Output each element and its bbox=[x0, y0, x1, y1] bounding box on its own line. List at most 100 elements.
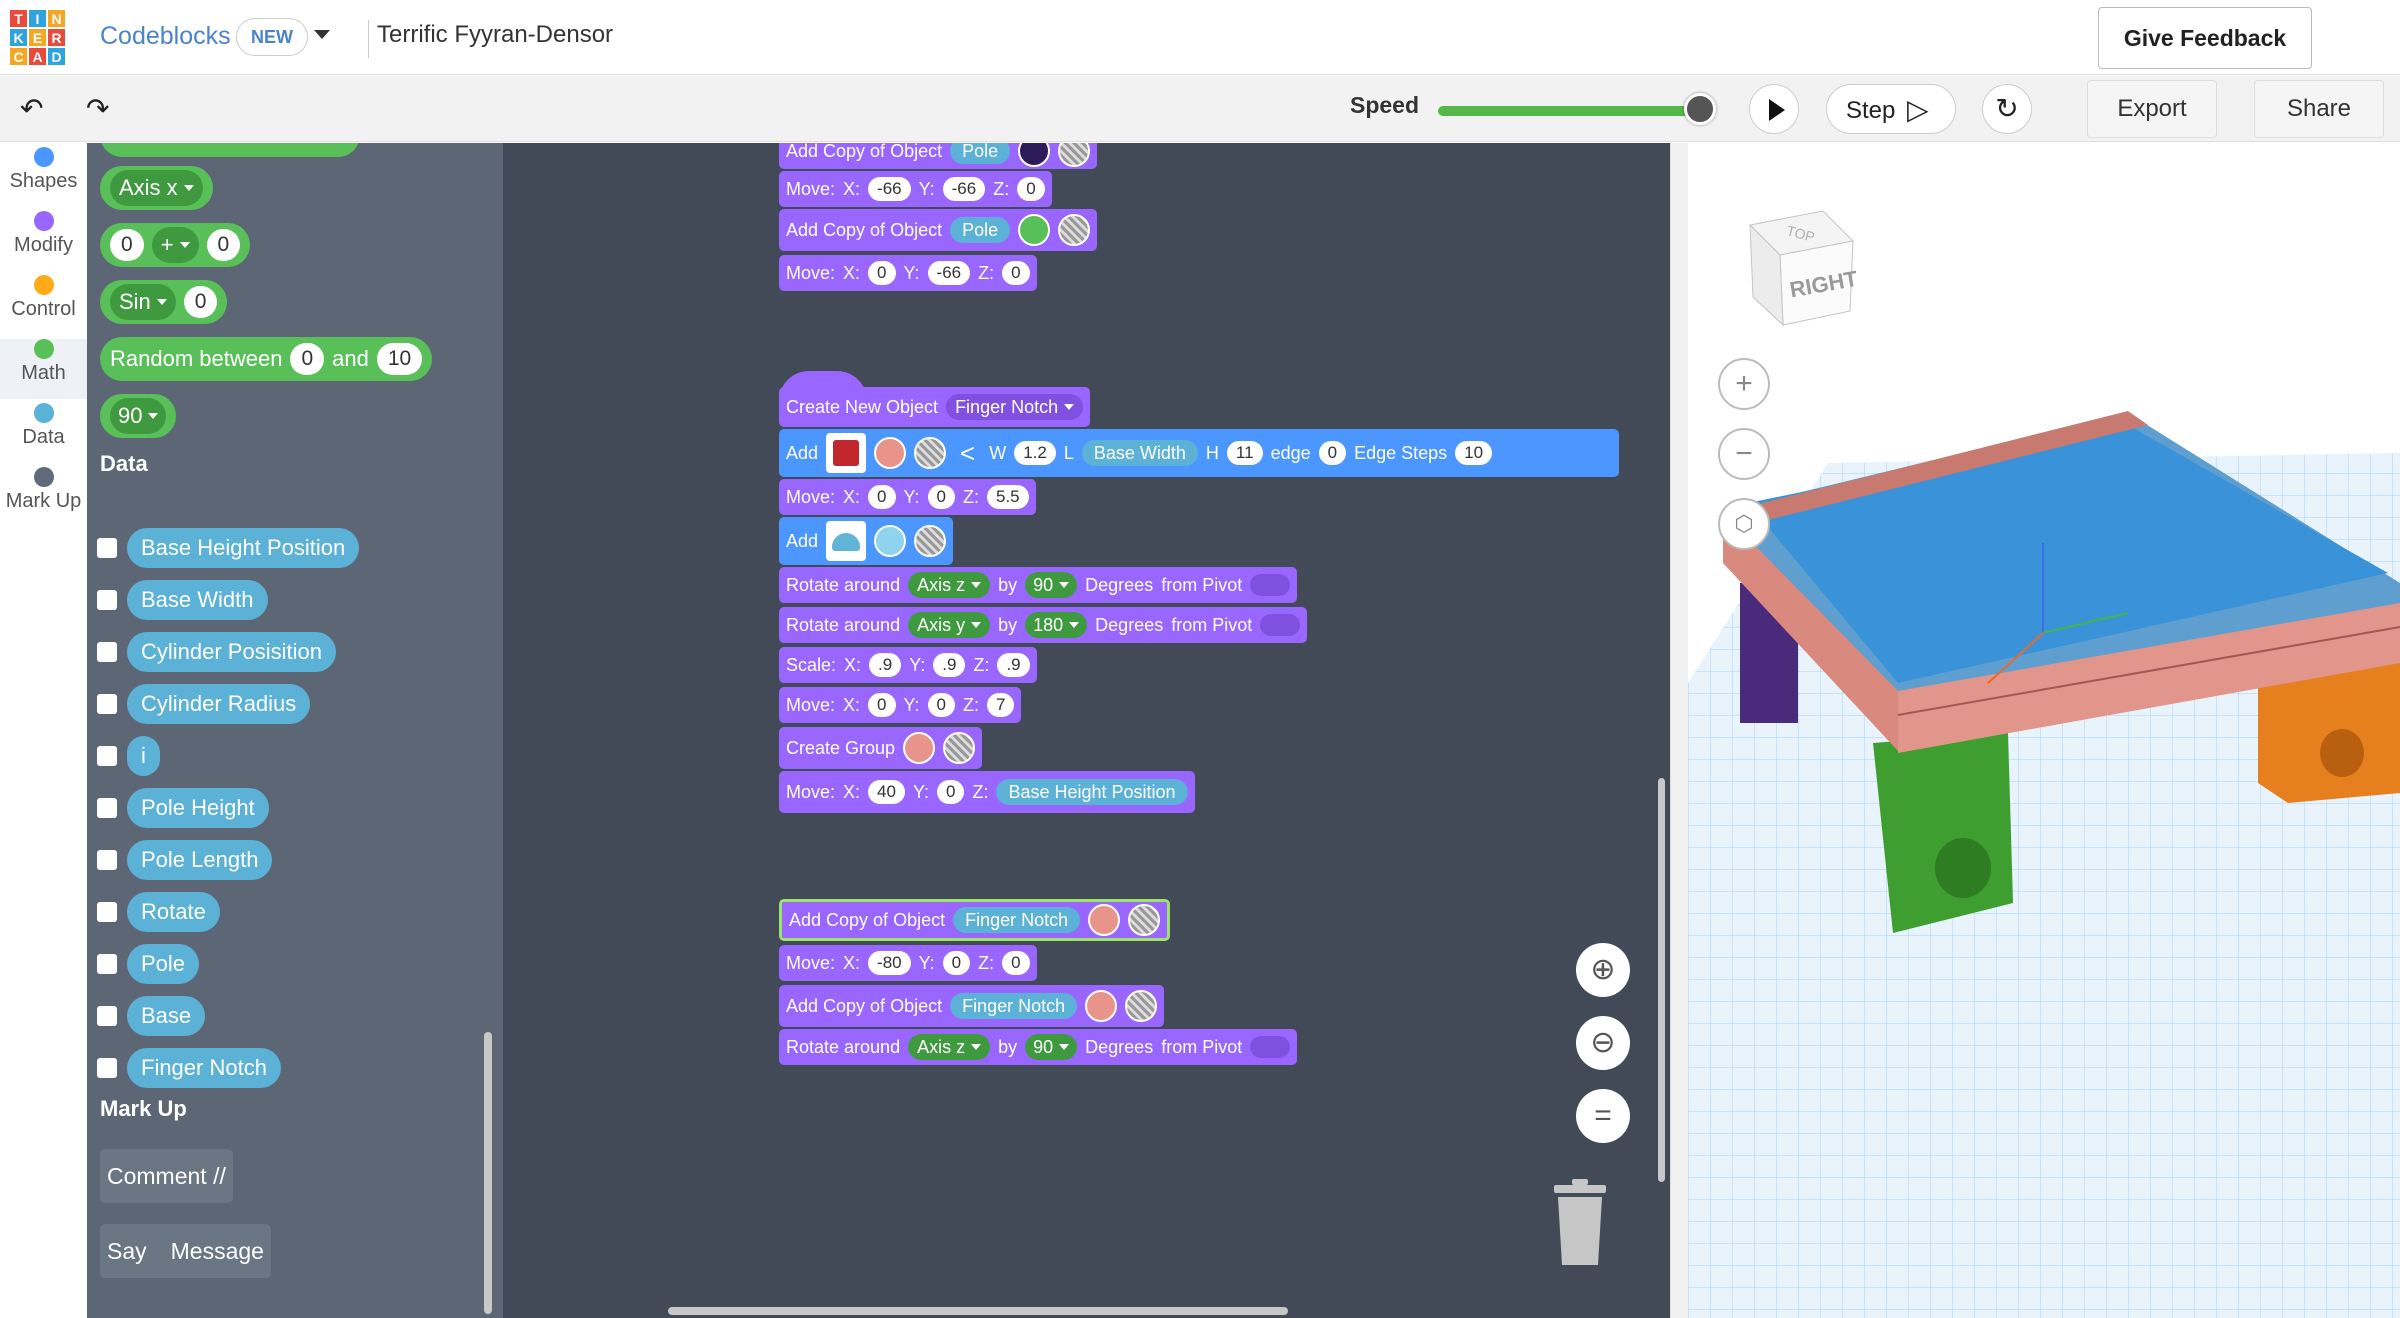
undo-icon[interactable]: ↶ bbox=[20, 92, 43, 125]
x-value[interactable]: 40 bbox=[868, 780, 905, 804]
l-variable[interactable]: Base Width bbox=[1081, 440, 1198, 466]
z-variable[interactable]: Base Height Position bbox=[996, 779, 1188, 805]
object-name-dropdown[interactable]: Finger Notch bbox=[946, 394, 1084, 420]
axis-dropdown[interactable]: Axis z bbox=[908, 1034, 991, 1060]
operand-b[interactable]: 0 bbox=[206, 229, 241, 261]
object-pill[interactable]: Pole bbox=[950, 143, 1011, 164]
variable-pill[interactable]: Cylinder Radius bbox=[127, 684, 311, 724]
variable-pill[interactable]: Pole bbox=[127, 944, 200, 984]
y-value[interactable]: -66 bbox=[942, 177, 986, 201]
design-title[interactable]: Terrific Fyyran-Densor bbox=[377, 21, 613, 49]
code-workspace[interactable]: Add Copy of Object Pole Move: X: -66 Y: -66 Z:… bbox=[503, 143, 1671, 1318]
category-control[interactable]: Control bbox=[0, 275, 87, 321]
variable-checkbox[interactable] bbox=[97, 798, 117, 818]
edge-value[interactable]: 0 bbox=[1318, 441, 1347, 465]
hole-swatch[interactable] bbox=[1125, 990, 1158, 1022]
z-value[interactable]: 5.5 bbox=[987, 485, 1029, 509]
export-button[interactable]: Export bbox=[2087, 80, 2217, 138]
panel-resize-handle[interactable] bbox=[1670, 143, 1688, 1318]
create-new-object-block[interactable]: Create New Object Finger Notch bbox=[779, 387, 1091, 427]
w-value[interactable]: 1.2 bbox=[1014, 441, 1056, 465]
operand-a[interactable]: 0 bbox=[110, 229, 144, 261]
reset-icon[interactable]: ↻ bbox=[1982, 84, 2032, 134]
hole-swatch[interactable] bbox=[914, 525, 947, 557]
create-group-block[interactable]: Create Group bbox=[779, 727, 983, 769]
function-dropdown[interactable]: Sin bbox=[110, 284, 176, 320]
add-copy-block[interactable]: Add Copy of Object Pole bbox=[779, 209, 1098, 251]
x-value[interactable]: 0 bbox=[868, 693, 896, 717]
workspace-vertical-scrollbar[interactable] bbox=[1658, 778, 1665, 1182]
category-math[interactable]: Math bbox=[0, 339, 87, 399]
number-block[interactable]: 90 bbox=[100, 394, 177, 438]
comment-block[interactable]: Comment // bbox=[100, 1149, 233, 1203]
redo-icon[interactable]: ↷ bbox=[86, 92, 109, 125]
home-view-icon[interactable]: ⬡ bbox=[1718, 498, 1770, 550]
x-value[interactable]: 0 bbox=[868, 485, 896, 509]
3d-viewport[interactable]: RIGHT TOP + − ⬡ bbox=[1688, 143, 2400, 1318]
y-value[interactable]: 0 bbox=[936, 780, 965, 804]
random-block[interactable]: Random between 0 and 10 bbox=[100, 337, 433, 381]
variable-pill[interactable]: Pole Height bbox=[127, 788, 269, 828]
z-value[interactable]: 0 bbox=[1017, 177, 1045, 201]
variable-pill[interactable]: Rotate bbox=[127, 892, 220, 932]
color-swatch[interactable] bbox=[1085, 990, 1118, 1022]
collapse-icon[interactable]: < bbox=[960, 438, 975, 469]
operator-dropdown[interactable]: + bbox=[151, 227, 199, 263]
workspace-horizontal-scrollbar[interactable] bbox=[668, 1307, 1288, 1315]
h-value[interactable]: 11 bbox=[1226, 441, 1263, 465]
hole-swatch[interactable] bbox=[1128, 904, 1161, 936]
z-value[interactable]: 0 bbox=[1002, 951, 1030, 975]
add-copy-block[interactable]: Add Copy of Object Finger Notch bbox=[779, 985, 1165, 1027]
chevron-down-icon[interactable] bbox=[314, 30, 330, 39]
variable-checkbox[interactable] bbox=[97, 642, 117, 662]
app-name[interactable]: Codeblocks bbox=[100, 22, 231, 51]
y-value[interactable]: .9 bbox=[933, 653, 966, 677]
tinkercad-logo[interactable]: TIN KER CAD bbox=[10, 10, 65, 65]
math-block-partial[interactable] bbox=[100, 143, 360, 157]
y-value[interactable]: 0 bbox=[927, 485, 955, 509]
variable-checkbox[interactable] bbox=[97, 1058, 117, 1078]
equals-icon[interactable]: = bbox=[1576, 1089, 1630, 1143]
variable-checkbox[interactable] bbox=[97, 1006, 117, 1026]
variable-pill[interactable]: Pole Length bbox=[127, 840, 273, 880]
box-shape-icon[interactable] bbox=[826, 433, 867, 473]
category-data[interactable]: Data bbox=[0, 403, 87, 449]
color-swatch[interactable] bbox=[1018, 143, 1051, 167]
x-value[interactable]: -66 bbox=[868, 177, 911, 201]
trash-icon[interactable] bbox=[1550, 1179, 1610, 1265]
arithmetic-block[interactable]: 0 +0 bbox=[100, 223, 251, 267]
rotate-block[interactable]: Rotate around Axis z by 90 Degrees from Pivot bbox=[779, 567, 1298, 603]
zoom-out-icon[interactable]: ⊖ bbox=[1576, 1016, 1630, 1070]
z-value[interactable]: .9 bbox=[997, 653, 1030, 677]
x-value[interactable]: .9 bbox=[869, 653, 902, 677]
hole-swatch[interactable] bbox=[1058, 143, 1091, 167]
category-shapes[interactable]: Shapes bbox=[0, 147, 87, 193]
view-cube[interactable]: RIGHT TOP bbox=[1728, 193, 1878, 343]
add-copy-block[interactable]: Add Copy of Object Pole bbox=[779, 143, 1098, 169]
color-swatch[interactable] bbox=[1018, 214, 1051, 246]
variable-checkbox[interactable] bbox=[97, 746, 117, 766]
add-box-block[interactable]: Add < W 1.2 L Base Width H 11 edge 0 Edge Steps 10 bbox=[779, 429, 1619, 477]
variable-pill[interactable]: Cylinder Posisition bbox=[127, 632, 336, 672]
zoom-out-view-icon[interactable]: − bbox=[1718, 428, 1770, 480]
color-swatch[interactable] bbox=[903, 732, 936, 764]
axis-dropdown[interactable]: Axis y bbox=[908, 612, 991, 638]
color-swatch[interactable] bbox=[1088, 904, 1121, 936]
pivot-slot[interactable] bbox=[1260, 614, 1301, 636]
speed-slider-track[interactable] bbox=[1438, 106, 1700, 116]
scale-block[interactable]: Scale: X: .9 Y: .9 Z: .9 bbox=[779, 647, 1037, 683]
flyout-scrollbar[interactable] bbox=[484, 1032, 492, 1314]
category-modify[interactable]: Modify bbox=[0, 211, 87, 257]
variable-pill[interactable]: Base Width bbox=[127, 580, 268, 620]
edge-steps-value[interactable]: 10 bbox=[1455, 441, 1493, 465]
y-value[interactable]: 0 bbox=[927, 693, 955, 717]
rotate-block[interactable]: Rotate around Axis y by 180 Degrees from Pivo… bbox=[779, 607, 1308, 643]
sin-value[interactable]: 0 bbox=[183, 286, 218, 318]
number-value[interactable]: 90 bbox=[110, 398, 167, 434]
y-value[interactable]: -66 bbox=[927, 261, 971, 285]
hole-swatch[interactable] bbox=[1058, 214, 1091, 246]
speed-slider-thumb[interactable] bbox=[1684, 93, 1716, 125]
sin-block[interactable]: Sin 0 bbox=[100, 280, 228, 324]
rotate-block[interactable]: Rotate around Axis z by 90 Degrees from Pivot bbox=[779, 1029, 1298, 1065]
move-block[interactable]: Move: X: -66 Y: -66 Z: 0 bbox=[779, 171, 1052, 207]
